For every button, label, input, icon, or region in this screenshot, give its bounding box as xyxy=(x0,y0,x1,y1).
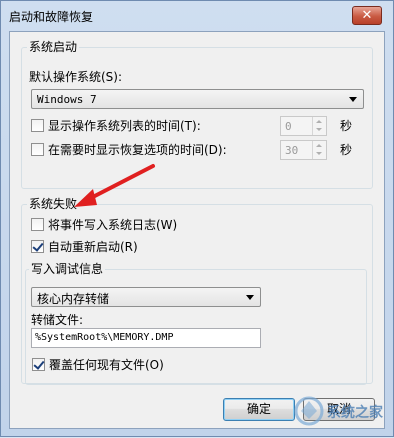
overwrite-label[interactable]: 覆盖任何现有文件(O) xyxy=(49,358,164,372)
system-failure-group: 系统失败 将事件写入系统日志(W) 自动重新启动(R) 写入调试信息 核心内存转… xyxy=(21,197,373,385)
write-event-checkbox[interactable] xyxy=(31,218,44,231)
write-event-label[interactable]: 将事件写入系统日志(W) xyxy=(48,218,177,232)
title-bar[interactable]: 启动和故障恢复 ✕ xyxy=(1,1,393,31)
spinner-buttons[interactable] xyxy=(312,117,326,135)
dump-file-label: 转储文件: xyxy=(31,313,84,327)
close-button[interactable]: ✕ xyxy=(352,6,382,25)
dump-file-input[interactable]: %SystemRoot%\MEMORY.DMP xyxy=(31,328,261,348)
dialog-body: 系统启动 默认操作系统(S): Windows 7 显示操作系统列表的时间(T)… xyxy=(9,31,385,429)
auto-restart-checkbox[interactable] xyxy=(31,240,44,253)
debug-info-legend: 写入调试信息 xyxy=(29,262,106,276)
default-os-label: 默认操作系统(S): xyxy=(29,70,123,84)
spinner-buttons[interactable] xyxy=(312,141,326,159)
default-os-select[interactable]: Windows 7 xyxy=(31,89,364,109)
spin-down-icon xyxy=(316,152,322,155)
chevron-down-icon xyxy=(246,295,254,300)
system-startup-group: 系统启动 默认操作系统(S): Windows 7 显示操作系统列表的时间(T)… xyxy=(21,40,373,189)
show-recovery-value: 30 xyxy=(285,144,299,157)
debug-info-group: 写入调试信息 核心内存转储 转储文件: %SystemRoot%\MEMORY.… xyxy=(25,262,367,385)
auto-restart-label[interactable]: 自动重新启动(R) xyxy=(48,240,138,254)
spin-up-icon xyxy=(316,144,322,147)
show-os-list-spinner[interactable]: 0 xyxy=(280,116,327,136)
debug-type-select[interactable]: 核心内存转储 xyxy=(31,287,261,307)
show-os-list-value: 0 xyxy=(285,120,292,133)
show-recovery-checkbox[interactable] xyxy=(31,143,44,156)
ok-button[interactable]: 确定 xyxy=(223,398,295,421)
show-recovery-spinner[interactable]: 30 xyxy=(280,140,327,160)
default-os-value: Windows 7 xyxy=(37,93,97,106)
window-title: 启动和故障恢复 xyxy=(9,10,94,24)
seconds-unit-1: 秒 xyxy=(340,119,353,133)
dialog-window: 启动和故障恢复 ✕ 系统启动 默认操作系统(S): Windows 7 显示操作… xyxy=(0,0,394,437)
system-startup-legend: 系统启动 xyxy=(27,40,80,54)
spin-down-icon xyxy=(316,128,322,131)
dump-file-value: %SystemRoot%\MEMORY.DMP xyxy=(35,332,174,343)
ok-label: 确定 xyxy=(246,402,271,416)
seconds-unit-2: 秒 xyxy=(340,143,353,157)
watermark-logo: 系统之家 xyxy=(294,396,384,426)
overwrite-checkbox[interactable] xyxy=(32,358,45,371)
debug-type-value: 核心内存转储 xyxy=(37,292,110,306)
close-icon: ✕ xyxy=(361,8,373,23)
chevron-down-icon xyxy=(349,97,357,102)
watermark-text: 系统之家 xyxy=(327,404,384,421)
show-os-list-label[interactable]: 显示操作系统列表的时间(T): xyxy=(48,119,201,133)
show-os-list-checkbox[interactable] xyxy=(31,119,44,132)
show-recovery-label[interactable]: 在需要时显示恢复选项的时间(D): xyxy=(48,143,227,157)
system-failure-legend: 系统失败 xyxy=(27,197,80,211)
spin-up-icon xyxy=(316,120,322,123)
